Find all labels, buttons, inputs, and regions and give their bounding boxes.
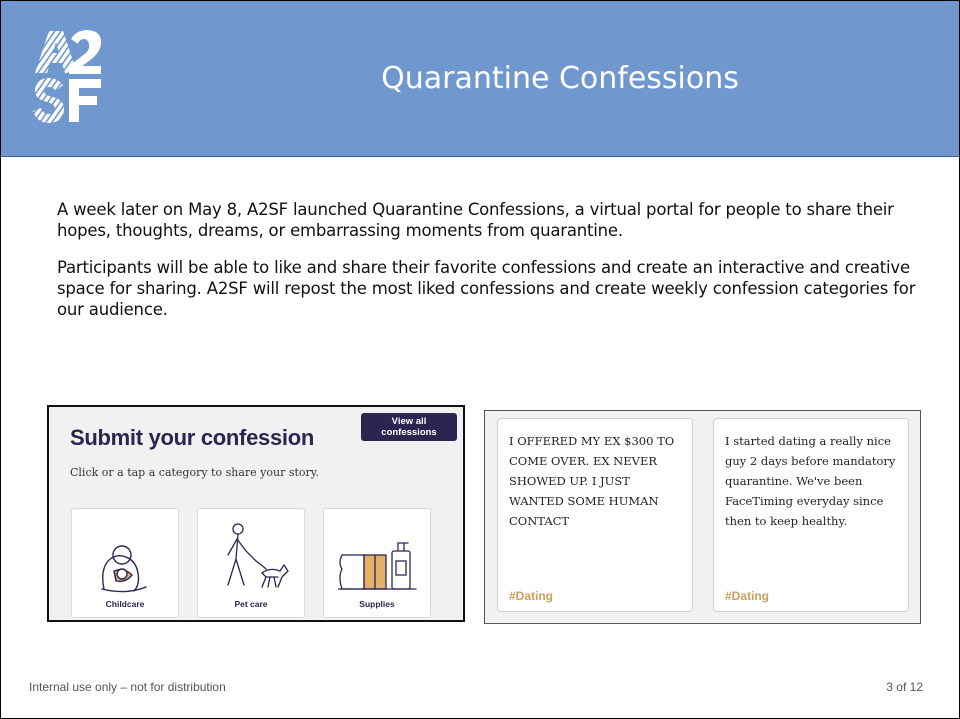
confession-tag[interactable]: #Dating	[509, 589, 553, 603]
confession-text: I started dating a really nice guy 2 day…	[725, 434, 896, 528]
view-all-confessions-button[interactable]: View all confessions	[361, 413, 457, 441]
category-card-pet-care[interactable]: Pet care	[197, 508, 305, 618]
a2sf-logo	[31, 29, 105, 124]
page-number: 3 of 12	[886, 680, 923, 694]
supplies-icon	[338, 542, 417, 590]
category-label: Supplies	[359, 599, 395, 609]
childcare-icon	[101, 545, 147, 593]
category-label: Pet care	[234, 599, 268, 609]
category-card-supplies[interactable]: Supplies	[323, 508, 431, 618]
paragraph-launch: A week later on May 8, A2SF launched Qua…	[57, 200, 894, 240]
category-card-childcare[interactable]: Childcare	[71, 508, 179, 618]
confession-text: I OFFERED MY EX $300 TO COME OVER. EX NE…	[509, 434, 675, 528]
confessions-screenshot: I OFFERED MY EX $300 TO COME OVER. EX NE…	[484, 410, 921, 624]
confession-card[interactable]: I started dating a really nice guy 2 day…	[713, 418, 909, 612]
slide-title: Quarantine Confessions	[381, 61, 739, 96]
slide-body: A week later on May 8, A2SF launched Qua…	[57, 199, 917, 336]
confession-card[interactable]: I OFFERED MY EX $300 TO COME OVER. EX NE…	[497, 418, 693, 612]
slide-header: Quarantine Confessions	[1, 1, 959, 157]
category-label: Childcare	[105, 599, 145, 609]
submit-title: Submit your confession	[70, 425, 314, 450]
confession-tag[interactable]: #Dating	[725, 589, 769, 603]
paragraph-participation: Participants will be able to like and sh…	[57, 258, 916, 319]
dog-walking-icon	[227, 523, 289, 588]
submit-confession-screenshot: Submit your confession View all confessi…	[47, 405, 465, 622]
footer-note: Internal use only – not for distribution	[29, 680, 226, 694]
submit-subtitle: Click or a tap a category to share your …	[70, 466, 320, 479]
